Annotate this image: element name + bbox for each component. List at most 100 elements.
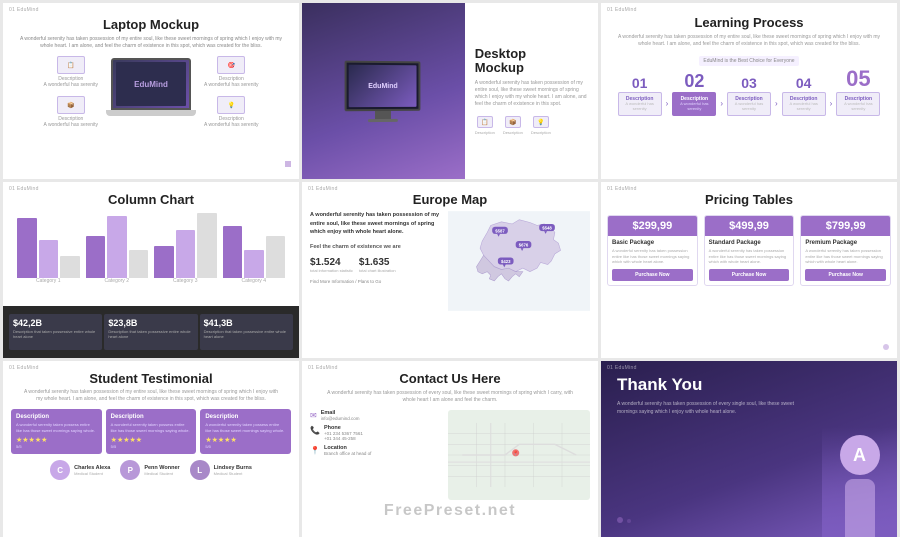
test-text-2: A wonderful serenity taken possess entir… — [111, 422, 192, 433]
d-icon-lbl-3: Description — [531, 130, 551, 135]
arrow-4: › — [830, 99, 833, 116]
price-3: $799,99 — [805, 220, 886, 232]
phone-row: 📞 Phone +01 234 5367 7561 +01 344 45-258 — [310, 425, 442, 441]
d-icon-lbl-2: Description — [503, 130, 523, 135]
step1-badge-sub: A wonderful has serenity — [622, 102, 658, 112]
price-card-body-1: Basic Package A wonderful serenity has t… — [608, 236, 697, 285]
purchase-btn-3[interactable]: Purchase Now — [805, 269, 886, 281]
location-icon: 📍 — [310, 446, 320, 455]
stat-lbl-1: Description that taken possessive entire… — [13, 330, 98, 340]
testimonial-cards: Description A wonderful serenity taken p… — [11, 409, 291, 454]
bar-3-1 — [154, 246, 174, 278]
step-1: 01 Description A wonderful has serenity — [618, 76, 662, 116]
slide1-sub: A wonderful serenity has taken possessio… — [3, 36, 299, 50]
desc-text-2: DescriptionA wonderful has serenity — [44, 116, 98, 128]
svg-text:📍: 📍 — [512, 450, 518, 457]
map-stat-val-1: $1.524 — [310, 257, 353, 268]
slide1-title: Laptop Mockup — [103, 17, 199, 32]
slide-laptop-mockup: 01 EduMind Laptop Mockup A wonderful ser… — [3, 3, 299, 179]
laptop-brand: EduMind — [134, 80, 168, 89]
laptop-screen-inner: EduMind — [116, 62, 186, 106]
laptop-base — [106, 110, 196, 116]
monitor-brand: EduMind — [369, 82, 398, 89]
purchase-btn-1[interactable]: Purchase Now — [612, 269, 693, 281]
slide8-label: 01 EduMind — [308, 365, 338, 371]
bar-4-3 — [266, 236, 286, 278]
slide8-title: Contact Us Here — [399, 371, 500, 386]
slide4-label: 01 EduMind — [9, 186, 39, 192]
stat-lbl-2: Description that taken possessive entire… — [108, 330, 193, 340]
price-2: $499,99 — [709, 220, 790, 232]
person-info-3: Lindsey Burns Medical Student — [214, 465, 252, 476]
map-left: A wonderful serenity has taken possessio… — [310, 211, 442, 311]
step3-badge-sub: A wonderful has serenity — [731, 102, 767, 112]
test-card-2: Description A wonderful serenity taken p… — [106, 409, 197, 454]
price-pkg-1: Basic Package — [612, 240, 693, 246]
test-stars-1: ★★★★★ — [16, 436, 97, 444]
bar-4-2 — [244, 250, 264, 278]
desc-text-3: DescriptionA wonderful has serenity — [204, 76, 258, 88]
stat-lbl-3: Description that taken possessive entire… — [204, 330, 289, 340]
price-pkg-2: Standard Package — [709, 240, 790, 246]
step3-badge: Description A wonderful has serenity — [727, 92, 771, 116]
step2-badge: Description A wonderful has serenity — [672, 92, 716, 116]
pricing-cards: $299,99 Basic Package A wonderful sereni… — [607, 215, 891, 286]
test-count-3: 5/5 — [205, 444, 286, 449]
price-desc-1: A wonderful serenity has taken possessio… — [612, 248, 693, 265]
slide6-label: 01 EduMind — [607, 186, 637, 192]
bar-4-1 — [223, 226, 243, 278]
slide5-title: Europe Map — [413, 192, 487, 207]
stat-card-2: $23,8B Description that taken possessive… — [104, 314, 197, 350]
map-placeholder: 📍 — [448, 410, 590, 500]
test-count-2: 5/5 — [111, 444, 192, 449]
desc-box-1: 📋 — [57, 56, 85, 74]
stat-card-1: $42,2B Description that taken possessive… — [9, 314, 102, 350]
d-icon-3: 💡 Description — [531, 116, 551, 135]
top-label: EduMind is the Best Choice for Everyone — [699, 56, 798, 66]
person-name-1: Charles Alexa — [74, 465, 110, 471]
person-info-2: Penn Wonner Medical Student — [144, 465, 179, 476]
map-stat-sub-1: total information statistic — [310, 268, 353, 273]
learning-steps: 01 Description A wonderful has serenity … — [610, 68, 889, 116]
slide-grid: 01 EduMind Laptop Mockup A wonderful ser… — [0, 0, 900, 528]
map-stat-sub-2: total chart illustration — [359, 268, 396, 273]
bar-3-3 — [197, 213, 217, 278]
phone-icon: 📞 — [310, 426, 320, 435]
person-3: L Lindsey Burns Medical Student — [190, 460, 252, 480]
desc-item-2: 📦 DescriptionA wonderful has serenity — [44, 96, 98, 128]
step4-num: 04 — [796, 76, 812, 90]
testimonial-persons: C Charles Alexa Medical Student P Penn W… — [46, 460, 256, 480]
contact-left: ✉ Email info@edumind.com 📞 Phone +01 234… — [310, 410, 442, 500]
deco-dot-9a — [617, 517, 623, 523]
map-svg: 📍 — [448, 410, 590, 500]
slide9-title: Thank You — [617, 375, 702, 395]
slide-desktop-mockup: 01 EduMind EduMind Desktop Mockup A wond… — [302, 3, 598, 179]
test-card-3: Description A wonderful serenity taken p… — [200, 409, 291, 454]
price-card-body-3: Premium Package A wonderful serenity has… — [801, 236, 890, 285]
price-card-header-2: $499,99 — [705, 216, 794, 236]
map-stat-val-2: $1.635 — [359, 257, 396, 268]
slide-pricing-tables: 01 EduMind Pricing Tables $299,99 Basic … — [601, 182, 897, 358]
step-4: 04 Description A wonderful has serenity — [782, 76, 826, 116]
bar-2-1 — [86, 236, 106, 278]
thankyou-person: A — [822, 427, 897, 537]
slide3-title: Learning Process — [694, 15, 803, 30]
desktop-left: EduMind — [302, 3, 465, 179]
map-desc: A wonderful serenity has taken possessio… — [310, 211, 442, 237]
email-val: info@edumind.com — [321, 416, 360, 421]
email-icon: ✉ — [310, 411, 317, 420]
laptop-area: 📋 DescriptionA wonderful has serenity 📦 … — [3, 56, 299, 128]
person-role-1: Medical Student — [74, 471, 110, 476]
location-row: 📍 Location Branch office at head of — [310, 445, 442, 456]
stat-val-3: $41,3B — [204, 318, 289, 328]
avatar-3: L — [190, 460, 210, 480]
slide-thank-you: 01 EduMind Thank You A wonderful serenit… — [601, 361, 897, 537]
slide7-label: 01 EduMind — [9, 365, 39, 371]
deco-sq-1 — [285, 161, 291, 167]
desktop-right: Desktop Mockup A wonderful serenity has … — [465, 3, 598, 179]
map-footer: Find More Information / Plans to Go — [310, 279, 442, 284]
slide2-title: Desktop Mockup — [475, 47, 588, 76]
map-stat-2: $1.635 total chart illustration — [359, 257, 396, 273]
laptop-screen: EduMind — [111, 58, 191, 110]
purchase-btn-2[interactable]: Purchase Now — [709, 269, 790, 281]
